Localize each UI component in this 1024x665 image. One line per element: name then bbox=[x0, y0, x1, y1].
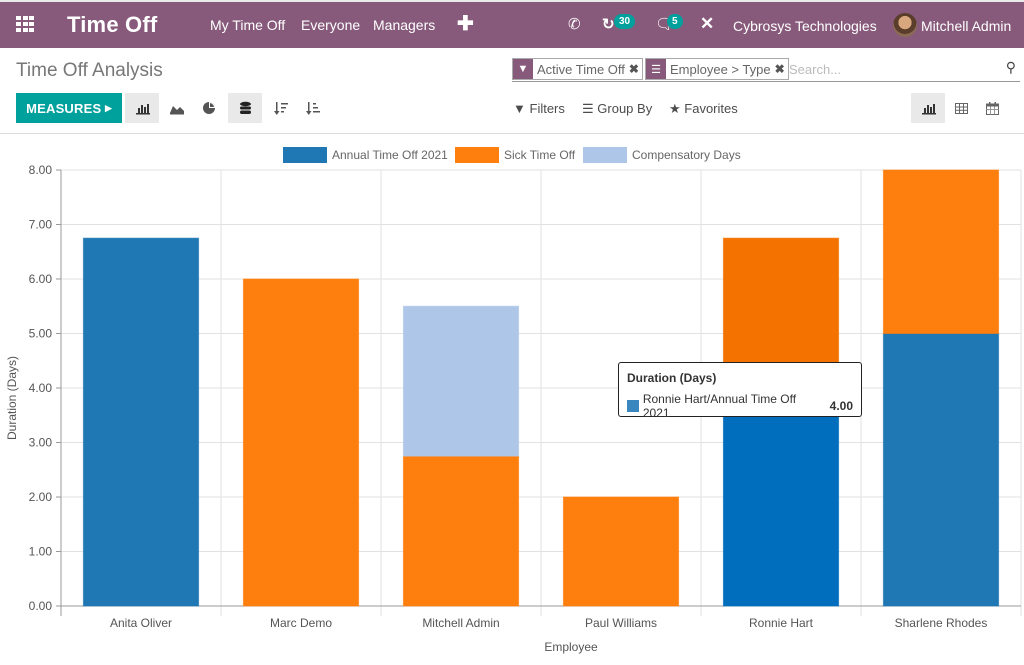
stacked-toggle-button[interactable] bbox=[228, 93, 262, 123]
filters-dropdown[interactable]: ▼ Filters bbox=[513, 101, 565, 116]
y-tick-label: 6.00 bbox=[29, 272, 53, 286]
group-by-icon: ☰ bbox=[582, 101, 594, 116]
x-tick-label: Sharlene Rhodes bbox=[895, 616, 988, 630]
y-tick-label: 4.00 bbox=[29, 381, 53, 395]
sort-descending-button[interactable] bbox=[264, 93, 298, 123]
x-tick-label: Ronnie Hart bbox=[749, 616, 814, 630]
bar-segment bbox=[242, 278, 360, 607]
x-tick-label: Anita Oliver bbox=[110, 616, 172, 630]
sort-ascending-icon bbox=[306, 102, 320, 115]
calendar-icon bbox=[985, 101, 999, 115]
search-icon[interactable]: ⚲ bbox=[1006, 59, 1016, 76]
area-chart-icon bbox=[169, 105, 184, 114]
sort-ascending-button[interactable] bbox=[296, 93, 330, 123]
line-chart-mode-button[interactable] bbox=[159, 93, 193, 123]
tooltip-label: Ronnie Hart/Annual Time Off 2021 bbox=[642, 392, 797, 420]
graph-view: Annual Time Off 2021 Sick Time Off Compens… bbox=[0, 135, 1024, 660]
bar-segment bbox=[722, 387, 840, 607]
tooltip-row: Ronnie Hart/Annual Time Off 2021 4.00 bbox=[627, 392, 853, 420]
measures-button[interactable]: MEASURES ▸ bbox=[16, 93, 122, 123]
legend-item[interactable]: Annual Time Off 2021 bbox=[283, 147, 448, 163]
legend-item[interactable]: Sick Time Off bbox=[455, 147, 575, 163]
y-tick-label: 8.00 bbox=[29, 163, 53, 177]
facet-active-time-off: ▼ Active Time Off ✖ bbox=[512, 58, 643, 80]
search-bar: ▼ Active Time Off ✖ ☰ Employee > Type ✖ … bbox=[512, 58, 1020, 82]
legend-label: Compensatory Days bbox=[632, 148, 741, 162]
legend-swatch bbox=[455, 147, 499, 163]
remove-facet-icon[interactable]: ✖ bbox=[775, 62, 788, 76]
bar-chart: 0.00 1.00 2.00 3.00 4.00 5.00 6.00 7.00 8.00 Anit… bbox=[5, 163, 1022, 654]
x-tick-label: Mitchell Admin bbox=[422, 616, 499, 630]
bar-segment bbox=[402, 455, 520, 607]
bar-chart-icon bbox=[921, 103, 936, 114]
tooltip-swatch bbox=[627, 400, 639, 412]
bar-segment bbox=[82, 237, 200, 607]
filter-icon: ▼ bbox=[513, 101, 526, 116]
group-by-dropdown[interactable]: ☰ Group By bbox=[582, 101, 652, 117]
messages-badge: 5 bbox=[667, 14, 683, 29]
menu-my-time-off[interactable]: My Time Off bbox=[210, 17, 285, 33]
company-switcher[interactable]: Cybrosys Technologies bbox=[733, 18, 877, 34]
facet-label: Employee > Type bbox=[670, 61, 771, 77]
bar-segment bbox=[562, 496, 680, 607]
y-tick-label: 7.00 bbox=[29, 218, 53, 232]
star-icon: ★ bbox=[669, 101, 681, 116]
table-grid-icon bbox=[954, 102, 968, 114]
bar-segment bbox=[402, 305, 520, 457]
user-avatar[interactable] bbox=[893, 13, 917, 37]
activity-badge: 30 bbox=[614, 14, 636, 29]
tooltip-value: 4.00 bbox=[829, 399, 853, 413]
group-by-label: Group By bbox=[597, 101, 653, 116]
x-tick-label: Marc Demo bbox=[270, 616, 332, 630]
control-panel: Time Off Analysis ▼ Active Time Off ✖ ☰ … bbox=[0, 48, 1024, 134]
breadcrumb: Time Off Analysis bbox=[16, 60, 163, 81]
y-tick-label: 2.00 bbox=[29, 490, 53, 504]
calendar-view-button[interactable] bbox=[975, 93, 1009, 123]
search-input[interactable] bbox=[789, 59, 989, 79]
y-tick-label: 5.00 bbox=[29, 327, 53, 341]
pivot-view-button[interactable] bbox=[944, 93, 978, 123]
legend-item[interactable]: Compensatory Days bbox=[583, 147, 741, 163]
apps-menu-icon[interactable] bbox=[16, 16, 34, 32]
y-tick-label: 3.00 bbox=[29, 436, 53, 450]
bar-segment bbox=[882, 333, 1000, 607]
x-tick-label: Paul Williams bbox=[585, 616, 657, 630]
debug-tools-icon[interactable]: ✕ bbox=[700, 14, 714, 34]
user-menu[interactable]: Mitchell Admin bbox=[921, 18, 1011, 34]
x-axis-title: Employee bbox=[544, 640, 598, 654]
legend-label: Annual Time Off 2021 bbox=[332, 148, 448, 162]
app-title[interactable]: Time Off bbox=[67, 12, 157, 38]
remove-facet-icon[interactable]: ✖ bbox=[629, 62, 642, 76]
phone-icon[interactable]: ✆ bbox=[568, 15, 581, 33]
graph-view-button[interactable] bbox=[911, 93, 945, 123]
favorites-label: Favorites bbox=[684, 101, 738, 116]
pie-chart-icon bbox=[203, 102, 215, 114]
filters-label: Filters bbox=[529, 101, 565, 116]
filter-icon: ▼ bbox=[513, 59, 533, 79]
y-axis-title: Duration (Days) bbox=[5, 356, 19, 440]
top-navbar: Time Off My Time Off Everyone Managers ✚… bbox=[0, 0, 1024, 48]
bar-chart-icon bbox=[135, 103, 150, 114]
activity-clock-icon[interactable]: ↻ bbox=[602, 15, 615, 33]
group-by-icon: ☰ bbox=[646, 59, 666, 79]
tooltip-title: Duration (Days) bbox=[627, 371, 717, 385]
pie-chart-mode-button[interactable] bbox=[192, 93, 226, 123]
y-tick-label: 0.00 bbox=[29, 599, 53, 613]
facet-groupby: ☰ Employee > Type ✖ bbox=[645, 58, 789, 80]
y-tick-label: 1.00 bbox=[29, 545, 53, 559]
bar-segment bbox=[882, 169, 1000, 334]
legend-swatch bbox=[283, 147, 327, 163]
menu-managers[interactable]: Managers bbox=[373, 17, 435, 33]
facet-label: Active Time Off bbox=[537, 61, 625, 77]
legend-label: Sick Time Off bbox=[504, 148, 576, 162]
measures-label: MEASURES bbox=[26, 100, 102, 116]
sort-descending-icon bbox=[274, 102, 288, 115]
menu-everyone[interactable]: Everyone bbox=[301, 17, 360, 33]
database-stack-icon bbox=[239, 101, 251, 114]
bar-chart-mode-button[interactable] bbox=[125, 93, 159, 123]
favorites-dropdown[interactable]: ★ Favorites bbox=[669, 101, 738, 117]
legend-swatch bbox=[583, 147, 627, 163]
chart-tooltip: Duration (Days) Ronnie Hart/Annual Time … bbox=[618, 362, 862, 420]
plus-icon[interactable]: ✚ bbox=[457, 11, 474, 36]
